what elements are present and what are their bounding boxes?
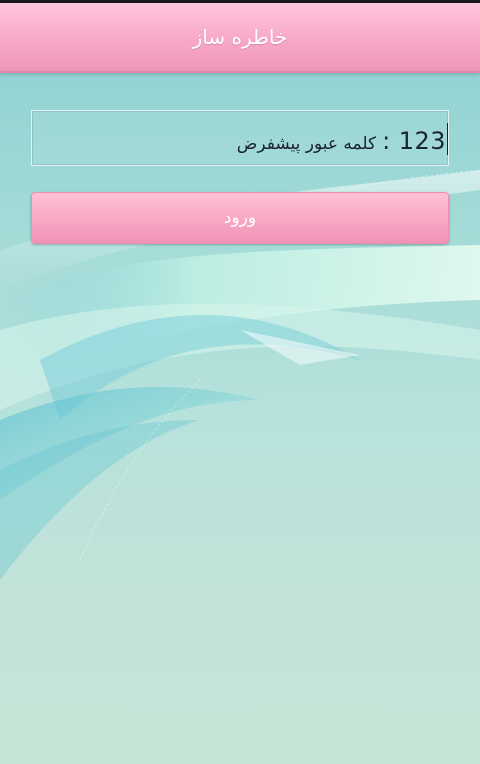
password-separator: : xyxy=(382,127,391,155)
login-button[interactable]: ورود xyxy=(31,192,449,244)
text-caret xyxy=(447,123,448,155)
password-value: 123 xyxy=(398,127,446,155)
app-title-bar: خاطره ساز xyxy=(0,3,480,73)
password-input-content: کلمه عبور پیشفرض : 123 xyxy=(237,117,448,155)
password-hint: کلمه عبور پیشفرض xyxy=(236,134,377,154)
app-title: خاطره ساز xyxy=(192,25,288,49)
password-input[interactable]: کلمه عبور پیشفرض : 123 xyxy=(31,110,449,166)
